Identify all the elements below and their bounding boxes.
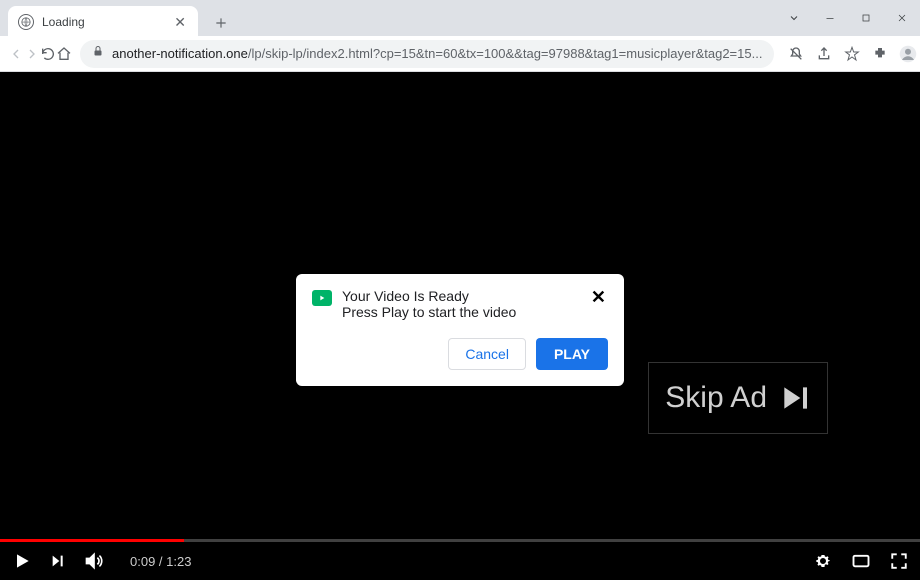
url-text: another-notification.one/lp/skip-lp/inde… [112,46,762,61]
address-bar[interactable]: another-notification.one/lp/skip-lp/inde… [80,40,774,68]
tab-title: Loading [42,15,172,29]
new-tab-button[interactable] [210,12,232,34]
play-badge-icon [312,290,332,306]
url-domain: another-notification.one [112,46,248,61]
next-button[interactable] [50,553,66,569]
back-button[interactable] [8,40,24,68]
lock-icon [92,44,104,63]
window-titlebar: Loading ✕ [0,0,920,36]
video-controls: 0:09 / 1:23 [0,542,920,580]
bookmark-star-icon[interactable] [838,40,866,68]
globe-icon [18,14,34,30]
tab-close-button[interactable]: ✕ [172,14,188,31]
window-controls [776,0,920,36]
url-path: /lp/skip-lp/index2.html?cp=15&tn=60&tx=1… [248,46,763,61]
toolbar-right [782,40,920,68]
dialog-close-button[interactable]: ✕ [589,288,608,306]
notifications-muted-icon[interactable] [782,40,810,68]
home-button[interactable] [56,40,72,68]
fullscreen-button[interactable] [890,552,908,570]
skip-next-icon [779,382,811,414]
profile-avatar-icon[interactable] [894,40,920,68]
cancel-button[interactable]: Cancel [448,338,526,370]
share-icon[interactable] [810,40,838,68]
theater-mode-button[interactable] [850,552,872,570]
skip-ad-label: Skip Ad [665,381,767,415]
window-dropdown-icon[interactable] [776,4,812,32]
window-minimize-button[interactable] [812,4,848,32]
forward-button[interactable] [24,40,40,68]
window-maximize-button[interactable] [848,4,884,32]
browser-toolbar: another-notification.one/lp/skip-lp/inde… [0,36,920,72]
volume-button[interactable] [84,551,104,571]
play-confirm-button[interactable]: PLAY [536,338,608,370]
dialog-title: Your Video Is Ready [342,288,589,304]
browser-tab[interactable]: Loading ✕ [8,6,198,38]
dialog-subtitle: Press Play to start the video [342,304,589,320]
window-close-button[interactable] [884,4,920,32]
video-ready-dialog: Your Video Is Ready Press Play to start … [296,274,624,386]
play-button[interactable] [12,551,32,571]
extensions-icon[interactable] [866,40,894,68]
reload-button[interactable] [40,40,56,68]
skip-ad-overlay[interactable]: Skip Ad [648,362,828,434]
video-time: 0:09 / 1:23 [130,554,191,569]
settings-button[interactable] [814,552,832,570]
